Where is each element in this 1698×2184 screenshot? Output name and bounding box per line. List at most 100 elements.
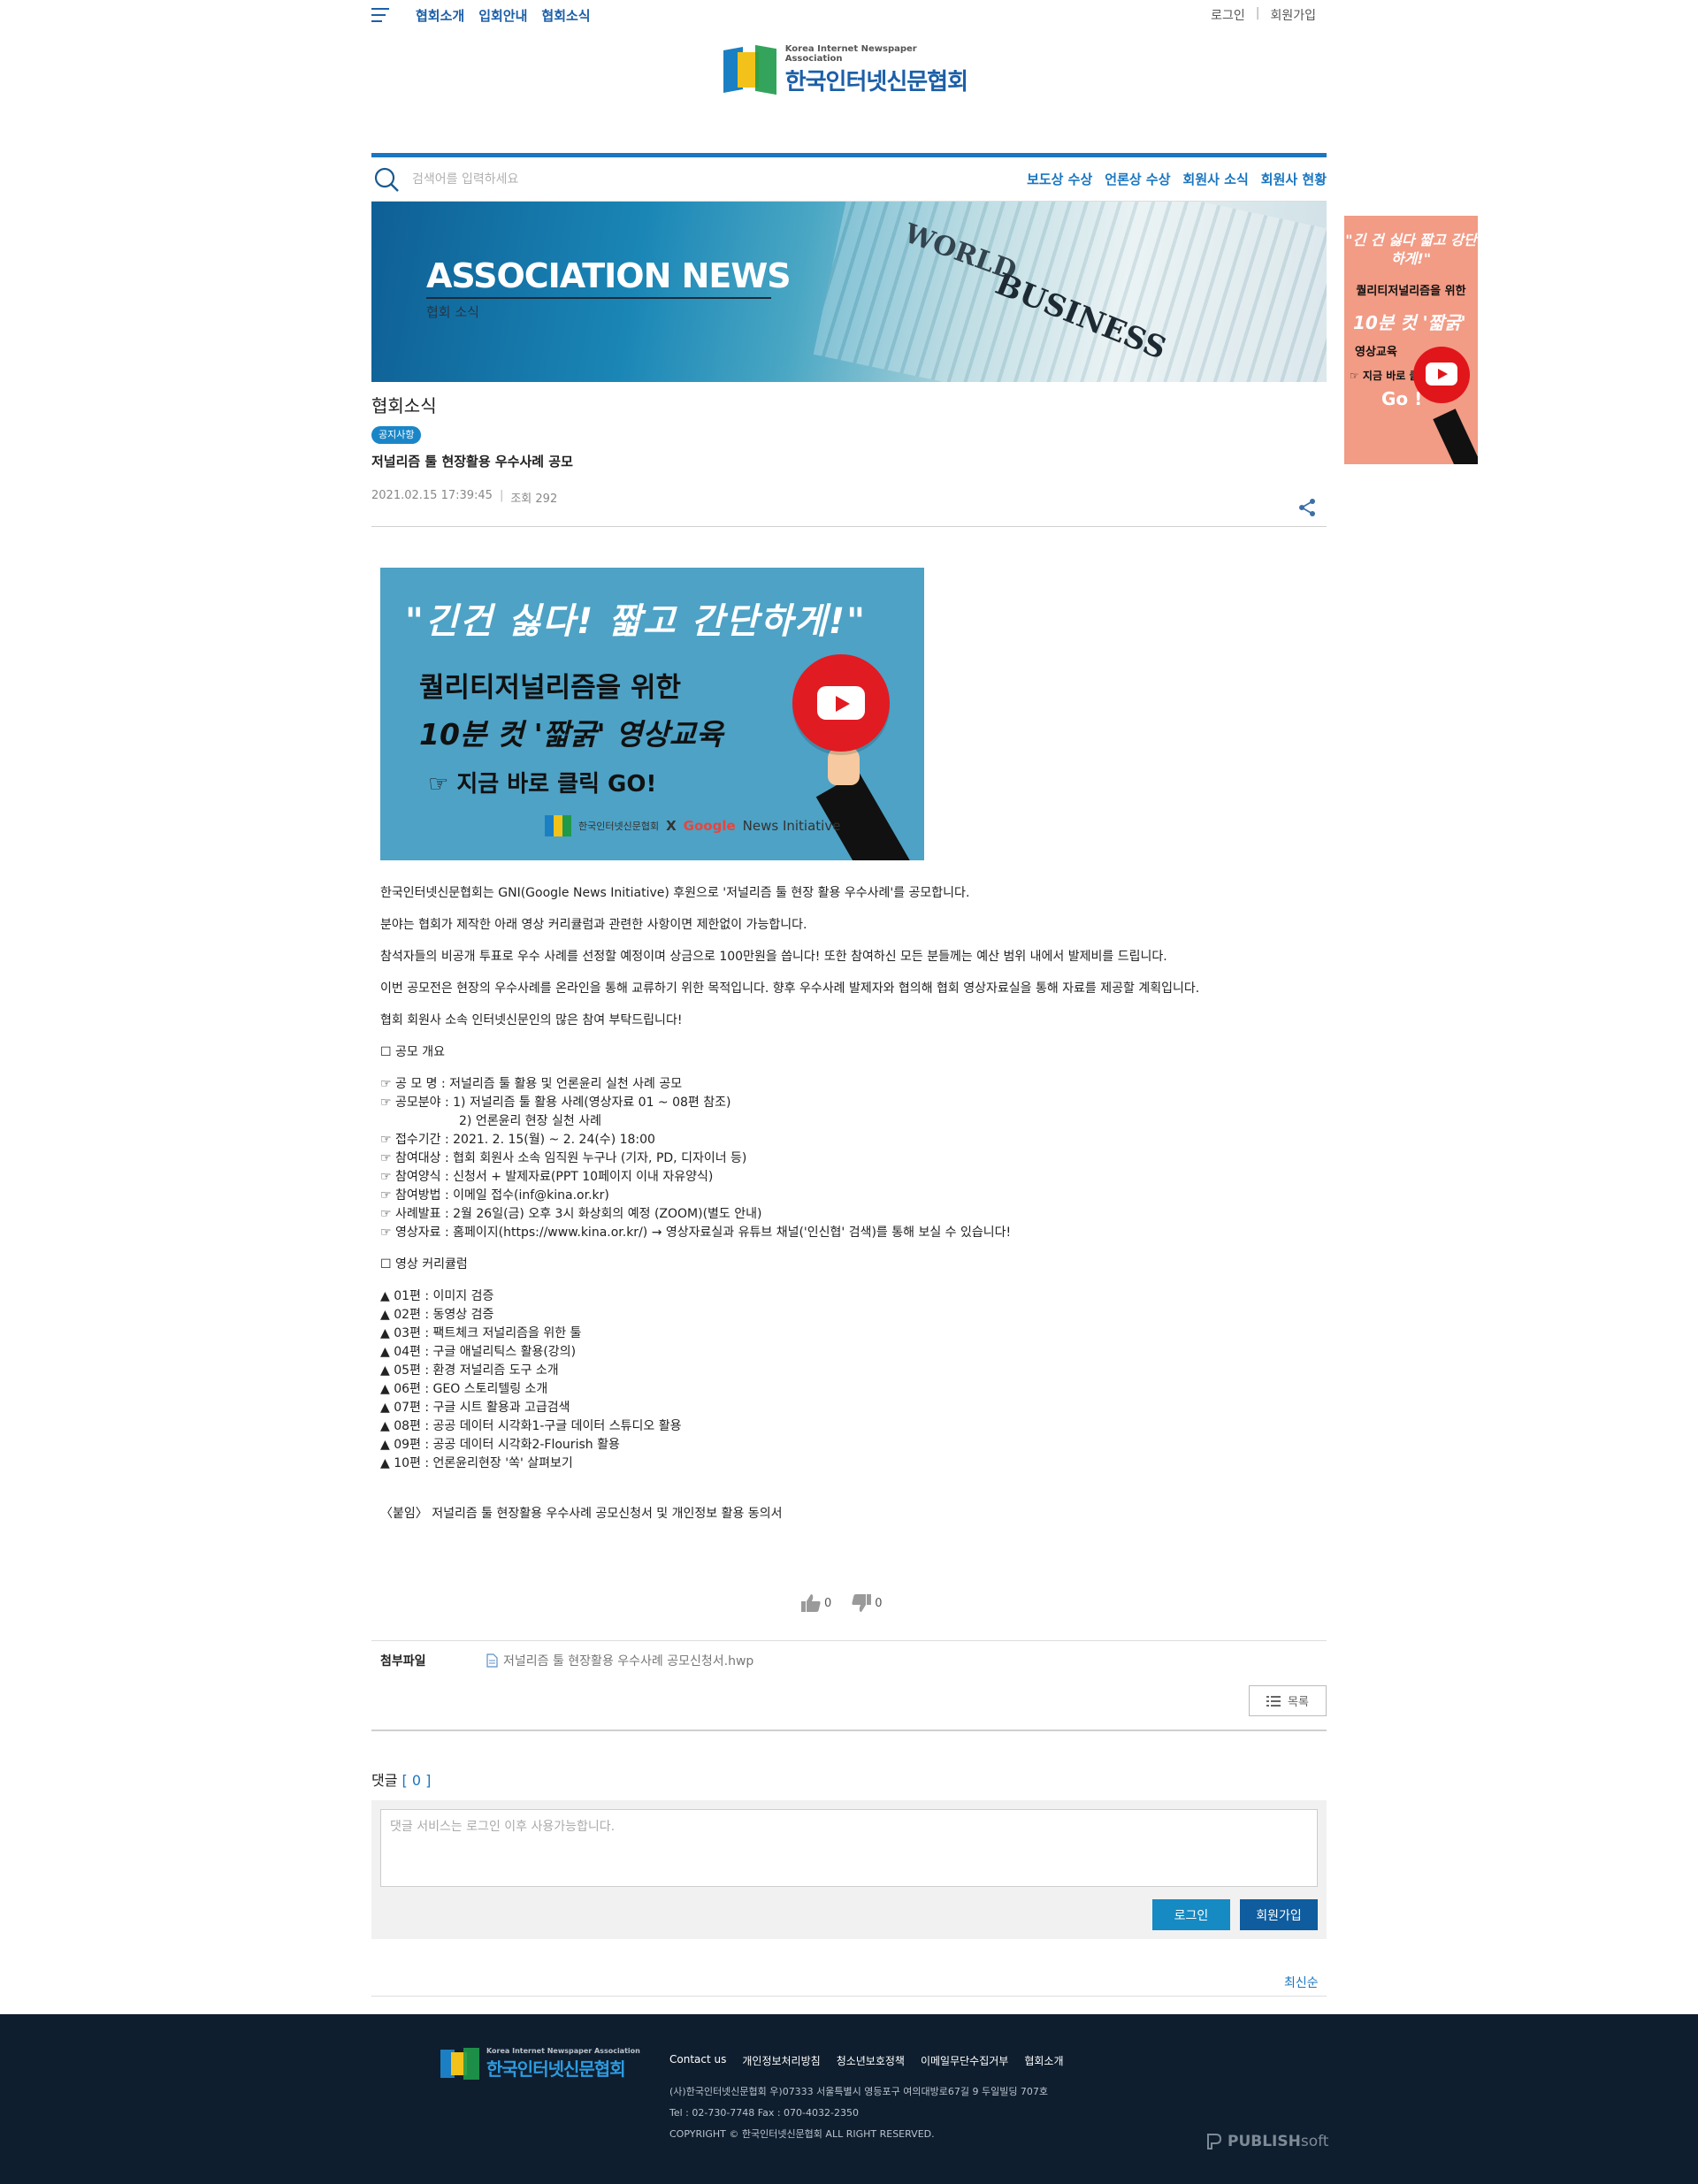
- curriculum-list: ▲ 01편 : 이미지 검증 ▲ 02편 : 동영상 검증 ▲ 03편 : 팩트…: [380, 1287, 1318, 1473]
- dislike-button[interactable]: 0: [851, 1593, 883, 1613]
- thumbs-down-icon: [852, 1594, 872, 1612]
- separator: |: [1255, 6, 1260, 20]
- share-icon[interactable]: [1296, 497, 1318, 518]
- notice-badge: 공지사항: [371, 426, 422, 444]
- body-paragraph: 협회 회원사 소속 인터넷신문인의 많은 참여 부탁드립니다!: [380, 1013, 683, 1027]
- footer-logo-mark-icon: [440, 2046, 479, 2081]
- body-paragraph: 이번 공모전은 현장의 우수사례를 온라인을 통해 교류하기 위한 목적입니다.…: [380, 981, 1200, 996]
- comments-count: 0: [407, 1772, 426, 1789]
- comments-label: 댓글: [371, 1772, 398, 1789]
- footer-link-contact[interactable]: Contact us: [669, 2053, 726, 2068]
- curriculum-item: ▲ 06편 : GEO 스토리텔링 소개: [380, 1382, 548, 1396]
- overview-list: ☞ 공 모 명 : 저널리즘 툴 활용 및 언론윤리 실천 사례 공모 ☞ 공모…: [380, 1075, 1318, 1242]
- site-footer: Korea Internet Newspaper Association 한국인…: [0, 2014, 1698, 2184]
- publisher-bold: PUBLISH: [1228, 2133, 1301, 2150]
- promo-image[interactable]: "긴건 싫다! 짧고 간단하게!" 퀄리티저널리즘을 위한 10분 컷 '짧굵'…: [380, 568, 924, 860]
- promo-footer-gni: News Initiative: [742, 818, 841, 834]
- catnav-member-news[interactable]: 회원사 소식: [1183, 170, 1249, 188]
- topnav-about[interactable]: 협회소개: [416, 6, 464, 25]
- search-bar: 보도상 수상 언론상 수상 회원사 소식 회원사 현황: [371, 157, 1327, 202]
- promo-footer-org: 한국인터넷신문협회: [578, 821, 660, 832]
- curriculum-item: ▲ 09편 : 공공 데이터 시각화2-Flourish 활용: [380, 1438, 620, 1452]
- ad-quote: "긴 건 싫다 짧고 강단하게!": [1345, 232, 1477, 267]
- footer-link-youth[interactable]: 청소년보호정책: [837, 2053, 905, 2068]
- newspaper-image: [813, 202, 1327, 382]
- article-meta: 2021.02.15 17:39:45 | 조회 292: [371, 489, 557, 506]
- overview-item: ☞ 접수기간 : 2021. 2. 15(월) ~ 2. 24(수) 18:00: [380, 1133, 655, 1147]
- comment-join-button[interactable]: 회원가입: [1240, 1899, 1318, 1930]
- footer-copyright: COPYRIGHT © 한국인터넷신문협회 ALL RIGHT RESERVED…: [669, 2128, 935, 2140]
- list-button-label: 목록: [1288, 1696, 1309, 1709]
- article-date: 2021.02.15 17:39:45: [371, 489, 493, 502]
- menu-icon[interactable]: [371, 8, 389, 22]
- account-links: 로그인 | 회원가입: [1211, 6, 1316, 24]
- body-paragraph: 한국인터넷신문협회는 GNI(Google News Initiative) 후…: [380, 886, 970, 900]
- overview-item: ☞ 참여방법 : 이메일 접수(inf@kina.or.kr): [380, 1188, 609, 1203]
- login-link[interactable]: 로그인: [1211, 6, 1245, 24]
- vote-bar: 0 0: [800, 1593, 883, 1613]
- article-title: 저널리즘 툴 현장활용 우수사례 공모: [371, 454, 573, 470]
- comment-form: 로그인 회원가입: [371, 1800, 1327, 1939]
- promo-line2: 10분 컷 '짧굵' 영상교육: [419, 717, 723, 752]
- catnav-member-status[interactable]: 회원사 현황: [1261, 170, 1327, 188]
- list-button[interactable]: 목록: [1249, 1685, 1327, 1716]
- side-ad-banner[interactable]: "긴 건 싫다 짧고 강단하게!" 퀄리티저널리즘을 위한 10분 컷 '짧굵'…: [1344, 216, 1478, 464]
- topnav-news[interactable]: 협회소식: [541, 6, 590, 25]
- curriculum-item: ▲ 07편 : 구글 시트 활용과 고급검색: [380, 1401, 570, 1415]
- promo-footer-x: X: [666, 818, 677, 834]
- comments-heading: 댓글 [ 0 ]: [371, 1768, 431, 1790]
- catnav-press-award[interactable]: 보도상 수상: [1027, 170, 1092, 188]
- section-heading: ☐ 공모 개요: [380, 1045, 445, 1059]
- footer-address: (사)한국인터넷신문협회 우)07333 서울특별시 영등포구 여의대방로67길…: [669, 2086, 1049, 2097]
- logo-mark-icon: [723, 43, 776, 96]
- body-paragraph: 분야는 협회가 제작한 아래 영상 커리큘럼과 관련한 사항이면 제한없이 가능…: [380, 918, 807, 932]
- site-logo[interactable]: Korea Internet Newspaper Association 한국인…: [723, 41, 976, 99]
- promo-footer: 한국인터넷신문협회 X Google News Initiative: [545, 815, 840, 836]
- attachment-filename[interactable]: 저널리즘 툴 현장활용 우수사례 공모신청서.hwp: [503, 1652, 753, 1669]
- hand-icon: [828, 746, 860, 785]
- footer-logo[interactable]: Korea Internet Newspaper Association 한국인…: [440, 2046, 640, 2081]
- like-button[interactable]: 0: [800, 1593, 831, 1613]
- catnav-media-award[interactable]: 언론상 수상: [1105, 170, 1170, 188]
- attachment-label: 첨부파일: [380, 1654, 426, 1669]
- header-divider: [371, 526, 1327, 527]
- footer-link-email-policy[interactable]: 이메일무단수집거부: [921, 2053, 1008, 2068]
- attachment-file[interactable]: 저널리즘 툴 현장활용 우수사례 공모신청서.hwp: [486, 1652, 753, 1669]
- footer-link-privacy[interactable]: 개인정보처리방침: [742, 2053, 820, 2068]
- comments-divider: [371, 1996, 1327, 1997]
- curriculum-item: ▲ 04편 : 구글 애널리틱스 활용(강의): [380, 1345, 577, 1359]
- comments-count-close: ]: [425, 1772, 432, 1789]
- overview-item: ☞ 공 모 명 : 저널리즘 툴 활용 및 언론윤리 실천 사례 공모: [380, 1077, 683, 1091]
- logo-english: Korea Internet Newspaper Association: [784, 43, 917, 64]
- like-count: 0: [824, 1596, 832, 1610]
- category-nav: 보도상 수상 언론상 수상 회원사 소식 회원사 현황: [1027, 170, 1327, 188]
- comment-input[interactable]: [380, 1809, 1318, 1887]
- promo-line1: 퀄리티저널리즘을 위한: [419, 672, 681, 704]
- section-heading: ☐ 영상 커리큘럼: [380, 1257, 468, 1271]
- curriculum-item: ▲ 10편 : 언론윤리현장 '쏙' 살펴보기: [380, 1456, 573, 1470]
- overview-item: ☞ 사례발표 : 2월 26일(금) 오후 3시 화상회의 예정 (ZOOM)(…: [380, 1207, 762, 1221]
- curriculum-item: ▲ 05편 : 환경 저널리즘 도구 소개: [380, 1363, 559, 1378]
- footer-logo-korean: 한국인터넷신문협회: [486, 2058, 626, 2080]
- curriculum-item: ▲ 01편 : 이미지 검증: [380, 1289, 494, 1303]
- top-nav: 협회소개 입회안내 협회소식: [416, 6, 591, 25]
- meta-separator: |: [499, 489, 504, 502]
- footer-info: (사)한국인터넷신문협회 우)07333 서울특별시 영등포구 여의대방로67길…: [669, 2081, 1048, 2145]
- footer-logo-english: Korea Internet Newspaper Association: [486, 2047, 640, 2055]
- body-paragraph: 참석자들의 비공개 투표로 우수 사례를 선정할 예정이며 상금으로 100만원…: [380, 950, 1167, 964]
- topnav-membership[interactable]: 입회안내: [478, 6, 527, 25]
- curriculum-item: ▲ 08편 : 공공 데이터 시각화1-구글 데이터 스튜디오 활용: [380, 1419, 682, 1433]
- list-icon: [1266, 1695, 1281, 1707]
- search-input[interactable]: [412, 168, 854, 191]
- comment-login-button[interactable]: 로그인: [1152, 1899, 1230, 1930]
- publisher-logo[interactable]: PUBLISHsoft: [1206, 2133, 1328, 2150]
- banner-underline: [426, 297, 771, 299]
- join-link[interactable]: 회원가입: [1270, 6, 1316, 24]
- publisher-soft: soft: [1300, 2133, 1329, 2150]
- banner-subtitle: 협회 소식: [426, 304, 479, 320]
- sort-latest-link[interactable]: 최신순: [1284, 1974, 1319, 1991]
- association-logo-icon: [545, 815, 571, 836]
- google-wordmark: Google: [683, 818, 736, 834]
- search-icon[interactable]: [373, 166, 400, 193]
- footer-link-about[interactable]: 협회소개: [1024, 2053, 1063, 2068]
